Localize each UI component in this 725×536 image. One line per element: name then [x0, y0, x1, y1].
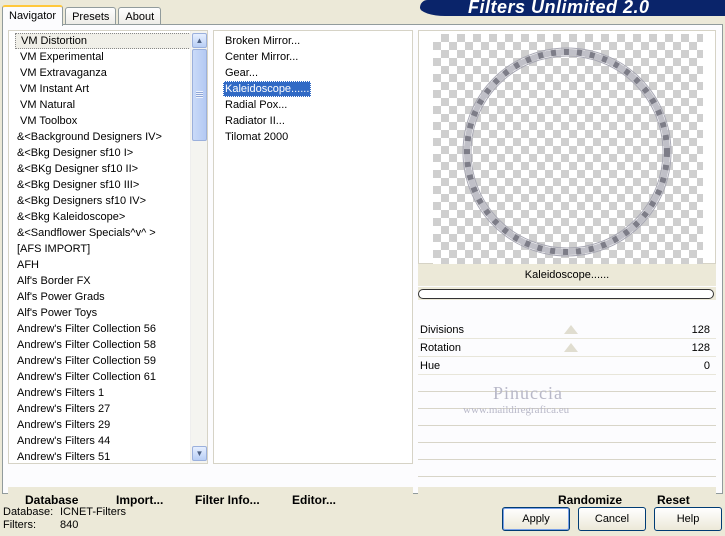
watermark-name: Pinuccia: [493, 383, 563, 403]
category-item[interactable]: &<Bkg Kaleidoscope>: [15, 209, 191, 225]
preview-image: [433, 34, 703, 264]
randomize-button[interactable]: Randomize: [558, 493, 622, 507]
category-item[interactable]: Andrew's Filters 29: [15, 417, 191, 433]
param-row-empty: [418, 426, 716, 443]
filter-item[interactable]: Tilomat 2000: [223, 129, 311, 145]
category-item[interactable]: Andrew's Filters 44: [15, 433, 191, 449]
param-row-hue[interactable]: Hue 0: [418, 357, 716, 375]
category-item[interactable]: Andrew's Filter Collection 61: [15, 369, 191, 385]
filter-item[interactable]: Center Mirror...: [223, 49, 311, 65]
param-label: Hue: [420, 360, 441, 372]
filters-label: Filters:: [3, 519, 36, 531]
editor-button[interactable]: Editor...: [292, 493, 336, 507]
category-item[interactable]: Andrew's Filters 27: [15, 401, 191, 417]
scroll-up-button[interactable]: ▲: [192, 33, 207, 48]
category-item[interactable]: VM Instant Art: [15, 81, 191, 97]
param-label: Rotation: [420, 342, 461, 354]
category-item[interactable]: VM Extravaganza: [15, 65, 191, 81]
import-button[interactable]: Import...: [116, 493, 163, 507]
category-item[interactable]: VM Experimental: [15, 49, 191, 65]
database-value: ICNET-Filters: [60, 506, 126, 518]
category-item[interactable]: Alf's Border FX: [15, 273, 191, 289]
param-value: 128: [691, 324, 710, 336]
category-item[interactable]: Andrew's Filters 1: [15, 385, 191, 401]
category-item[interactable]: &<Sandflower Specials^v^ >: [15, 225, 191, 241]
filters-info: Filters: 840: [3, 519, 78, 531]
apply-button[interactable]: Apply: [502, 507, 570, 531]
tab-presets[interactable]: Presets: [65, 7, 117, 25]
category-item[interactable]: Andrew's Filter Collection 56: [15, 321, 191, 337]
filter-item[interactable]: Radial Pox...: [223, 97, 311, 113]
kaleidoscope-ring-preview: [462, 47, 672, 257]
category-item[interactable]: &<BKg Designer sf10 II>: [15, 161, 191, 177]
filter-info-button[interactable]: Filter Info...: [195, 493, 260, 507]
title-banner: Filters Unlimited 2.0: [420, 0, 725, 17]
category-item[interactable]: AFH: [15, 257, 191, 273]
category-scrollbar[interactable]: ▲ ▼: [190, 31, 207, 463]
filter-item[interactable]: Kaleidoscope......: [223, 81, 312, 97]
filter-item[interactable]: Broken Mirror...: [223, 33, 311, 49]
database-label: Database:: [3, 506, 54, 518]
scroll-down-button[interactable]: ▼: [192, 446, 207, 461]
database-info: Database: ICNET-Filters: [3, 506, 126, 518]
help-button[interactable]: Help: [654, 507, 722, 531]
reset-button[interactable]: Reset: [657, 493, 690, 507]
category-items: VM Distortion VM Experimental VM Extravaga…: [15, 33, 191, 463]
slider-thumb[interactable]: [564, 343, 578, 352]
category-item[interactable]: VM Natural: [15, 97, 191, 113]
category-item[interactable]: &<Bkg Designer sf10 III>: [15, 177, 191, 193]
category-item[interactable]: &<Bkg Designers sf10 IV>: [15, 193, 191, 209]
param-row-rotation[interactable]: Rotation 128: [418, 339, 716, 357]
category-item[interactable]: &<Bkg Designer sf10 I>: [15, 145, 191, 161]
tab-navigator[interactable]: Navigator: [2, 5, 64, 26]
param-row-empty: [418, 460, 716, 477]
filter-item[interactable]: Gear...: [223, 65, 311, 81]
filter-name-label: Kaleidoscope......: [418, 264, 716, 286]
navigator-panel: VM Distortion VM Experimental VM Extravaga…: [2, 24, 723, 513]
param-row-empty: [418, 443, 716, 460]
param-label: Divisions: [420, 324, 465, 336]
category-item[interactable]: Alf's Power Grads: [15, 289, 191, 305]
param-row-empty: [418, 375, 716, 392]
scroll-thumb[interactable]: [192, 49, 207, 141]
filters-count: 840: [60, 519, 79, 531]
category-item[interactable]: [AFS IMPORT]: [15, 241, 191, 257]
category-list[interactable]: VM Distortion VM Experimental VM Extravaga…: [8, 30, 208, 464]
category-item[interactable]: VM Distortion: [15, 33, 191, 49]
cancel-button[interactable]: Cancel: [578, 507, 646, 531]
category-item[interactable]: Andrew's Filters 51: [15, 449, 191, 463]
parameter-table: Divisions 128 Rotation 128 Hue 0: [418, 321, 716, 477]
filter-item[interactable]: Radiator II...: [223, 113, 311, 129]
param-value: 128: [691, 342, 710, 354]
watermark-url: www.maildiregrafica.eu: [463, 404, 570, 416]
database-button[interactable]: Database: [25, 493, 78, 507]
filter-items: Broken Mirror... Center Mirror... Gear... K…: [223, 33, 312, 145]
category-item[interactable]: &<Background Designers IV>: [15, 129, 191, 145]
category-item[interactable]: VM Toolbox: [15, 113, 191, 129]
category-item[interactable]: Alf's Power Toys: [15, 305, 191, 321]
category-item[interactable]: Andrew's Filter Collection 59: [15, 353, 191, 369]
slider-thumb[interactable]: [564, 325, 578, 334]
filter-list[interactable]: Broken Mirror... Center Mirror... Gear... K…: [213, 30, 413, 464]
tab-strip: Navigator Presets About: [2, 3, 163, 26]
progress-bar: [418, 287, 716, 300]
param-value: 0: [703, 360, 710, 372]
param-row-divisions[interactable]: Divisions 128: [418, 321, 716, 339]
banner-title: Filters Unlimited 2.0: [468, 0, 650, 17]
category-item[interactable]: Andrew's Filter Collection 58: [15, 337, 191, 353]
preview-pane: [418, 30, 716, 264]
tab-about[interactable]: About: [118, 7, 162, 25]
grip-icon: [196, 91, 203, 98]
